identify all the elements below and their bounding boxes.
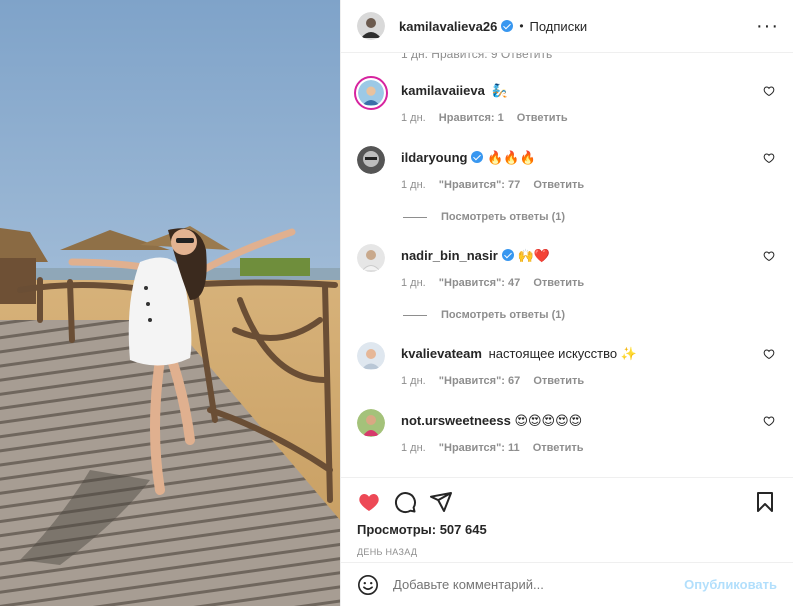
comment-time[interactable]: 1 дн. xyxy=(401,375,426,387)
view-replies-label: Посмотреть ответы (1) xyxy=(441,309,566,321)
publish-button[interactable]: Опубликовать xyxy=(684,577,777,592)
comment-reply-button[interactable]: Ответить xyxy=(533,179,584,191)
comment-reply-button[interactable]: Ответить xyxy=(533,375,584,387)
view-replies-label: Посмотреть ответы (1) xyxy=(441,211,566,223)
comment-reply-button[interactable]: Ответить xyxy=(533,277,584,289)
comment-username[interactable]: nadir_bin_nasir xyxy=(401,248,498,263)
comments-list[interactable]: 1 дн. Нравится: 9 Ответить kamilavaiieva… xyxy=(341,53,793,478)
comment-username[interactable]: not.ursweetneess xyxy=(401,413,511,428)
separator-dot: • xyxy=(519,19,524,33)
replies-divider xyxy=(403,314,427,316)
comment-time[interactable]: 1 дн. xyxy=(401,179,426,191)
comment-username[interactable]: kvalievateam xyxy=(401,346,482,361)
view-replies-button[interactable]: Посмотреть ответы (1) xyxy=(403,211,565,223)
beach-photo xyxy=(0,0,340,606)
comment-like-icon[interactable] xyxy=(763,85,775,97)
post-photo[interactable] xyxy=(0,0,340,606)
heart-icon[interactable] xyxy=(357,490,381,514)
comment-icon[interactable] xyxy=(393,490,417,514)
replies-divider xyxy=(403,216,427,218)
comment-emoji: 🧞 xyxy=(491,83,508,98)
comment-avatar[interactable] xyxy=(357,146,385,174)
post-header: kamilavalieva26 • Подписки ··· xyxy=(341,0,793,53)
comment-username[interactable]: ildaryoung xyxy=(401,150,467,165)
comment-time[interactable]: 1 дн. xyxy=(401,112,426,124)
verified-icon xyxy=(501,20,514,32)
comment-input[interactable] xyxy=(393,577,685,592)
comment-username[interactable]: kamilavaiieva xyxy=(401,83,485,98)
comment-likes[interactable]: "Нравится": 47 xyxy=(439,277,520,289)
comment-likes[interactable]: "Нравится": 77 xyxy=(439,179,520,191)
author-avatar[interactable] xyxy=(357,12,385,40)
verified-icon xyxy=(471,151,484,163)
smile-icon[interactable] xyxy=(357,574,379,596)
comment-avatar[interactable] xyxy=(357,409,385,437)
post-time: ДЕНЬ НАЗАД xyxy=(357,547,418,557)
comment-avatar[interactable] xyxy=(357,244,385,272)
author-username[interactable]: kamilavalieva26 xyxy=(399,19,497,34)
post-actions xyxy=(341,478,793,526)
post-sidebar: kamilavalieva26 • Подписки ··· 1 дн. Нра… xyxy=(340,0,793,606)
comment-emoji: 🔥🔥🔥 xyxy=(487,150,536,165)
comment-likes[interactable]: "Нравится": 67 xyxy=(439,375,520,387)
comment-likes[interactable]: "Нравится": 11 xyxy=(439,442,520,454)
comment-text: настоящее искусство xyxy=(488,346,618,361)
comment-like-icon[interactable] xyxy=(763,152,775,164)
comment-like-icon[interactable] xyxy=(763,250,775,262)
comment-emoji: 😍😍😍😍😍 xyxy=(514,413,583,428)
comment-reply-button[interactable]: Ответить xyxy=(517,112,568,124)
comment-emoji: ✨ xyxy=(620,346,637,361)
comment-emoji: 🙌❤️ xyxy=(517,248,550,263)
share-icon[interactable] xyxy=(429,490,453,514)
comment-likes[interactable]: Нравится: 1 xyxy=(439,112,504,124)
more-icon[interactable]: ··· xyxy=(756,16,779,36)
comment-reply-button[interactable]: Ответить xyxy=(533,442,584,454)
verified-icon xyxy=(501,249,514,261)
comment-avatar[interactable] xyxy=(354,76,388,110)
comment-time[interactable]: 1 дн. xyxy=(401,442,426,454)
add-comment-bar: Опубликовать xyxy=(341,562,793,606)
view-replies-button[interactable]: Посмотреть ответы (1) xyxy=(403,309,565,321)
post-viewer: kamilavalieva26 • Подписки ··· 1 дн. Нра… xyxy=(0,0,793,606)
comment-like-icon[interactable] xyxy=(763,415,775,427)
comment-like-icon[interactable] xyxy=(763,348,775,360)
clipped-comment-meta: 1 дн. Нравится: 9 Ответить xyxy=(401,53,553,61)
comment-time[interactable]: 1 дн. xyxy=(401,277,426,289)
comment-avatar[interactable] xyxy=(357,342,385,370)
following-button[interactable]: Подписки xyxy=(530,19,588,34)
views-count[interactable]: Просмотры: 507 645 xyxy=(341,522,793,542)
bookmark-icon[interactable] xyxy=(753,490,777,514)
